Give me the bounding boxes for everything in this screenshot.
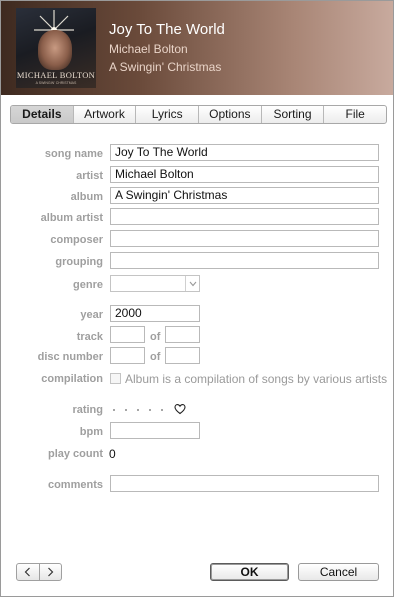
next-song-button[interactable] — [38, 564, 62, 580]
tab-details[interactable]: Details — [11, 106, 73, 123]
rating-star-5[interactable] — [161, 409, 163, 411]
compilation-checkbox[interactable] — [110, 373, 121, 384]
tab-options[interactable]: Options — [198, 106, 261, 123]
header-artist: Michael Bolton — [109, 42, 188, 56]
tab-artwork[interactable]: Artwork — [72, 106, 136, 123]
disc-total-field[interactable] — [165, 347, 200, 364]
previous-song-button[interactable] — [17, 564, 39, 580]
comments-field[interactable] — [110, 475, 379, 492]
bpm-field[interactable] — [110, 422, 200, 439]
album-field[interactable]: A Swingin' Christmas — [110, 187, 379, 204]
track-total-field[interactable] — [165, 326, 200, 343]
tab-bar: Details Artwork Lyrics Options Sorting F… — [10, 105, 387, 124]
album-artist-field[interactable] — [110, 208, 379, 225]
year-field[interactable]: 2000 — [110, 305, 200, 322]
bpm-label: bpm — [79, 426, 103, 438]
rating-star-1[interactable] — [113, 409, 115, 411]
prev-next-buttons — [16, 563, 62, 581]
chevron-left-icon — [24, 567, 31, 577]
track-number-field[interactable] — [110, 326, 145, 343]
song-info-dialog: MICHAEL BOLTON A SWINGIN' CHRISTMAS Joy … — [0, 0, 394, 597]
composer-label: composer — [50, 234, 103, 246]
artwork-artist-text: MICHAEL BOLTON — [16, 70, 96, 80]
track-of-label: of — [150, 331, 161, 343]
rating-star-3[interactable] — [137, 409, 139, 411]
rating-star-2[interactable] — [125, 409, 127, 411]
song-name-field[interactable]: Joy To The World — [110, 144, 379, 161]
compilation-label: compilation — [41, 373, 103, 385]
album-label: album — [70, 191, 103, 203]
genre-label: genre — [73, 279, 103, 291]
artist-label: artist — [76, 170, 103, 182]
grouping-field[interactable] — [110, 252, 379, 269]
comments-label: comments — [47, 479, 103, 491]
rating-star-4[interactable] — [149, 409, 151, 411]
ok-button[interactable]: OK — [210, 563, 289, 581]
header-album: A Swingin' Christmas — [109, 60, 222, 74]
artist-field[interactable]: Michael Bolton — [110, 166, 379, 183]
grouping-label: grouping — [55, 256, 103, 268]
rating-label: rating — [72, 404, 103, 416]
song-header: MICHAEL BOLTON A SWINGIN' CHRISTMAS Joy … — [1, 1, 393, 95]
disc-of-label: of — [150, 351, 161, 363]
composer-field[interactable] — [110, 230, 379, 247]
play-count-label: play count — [47, 448, 103, 460]
tab-file[interactable]: File — [323, 106, 386, 123]
disc-number-field[interactable] — [110, 347, 145, 364]
genre-dropdown[interactable] — [110, 275, 200, 292]
artwork-portrait — [38, 30, 72, 70]
heart-icon[interactable] — [174, 403, 186, 415]
header-song-title: Joy To The World — [109, 21, 225, 38]
year-label: year — [80, 309, 103, 321]
play-count-value: 0 — [109, 447, 116, 461]
cancel-button[interactable]: Cancel — [298, 563, 379, 581]
chevron-down-icon[interactable] — [185, 276, 199, 291]
album-artwork: MICHAEL BOLTON A SWINGIN' CHRISTMAS — [16, 8, 96, 88]
disc-number-label: disc number — [37, 351, 103, 363]
album-artist-label: album artist — [40, 212, 103, 224]
track-label: track — [76, 331, 103, 343]
tab-lyrics[interactable]: Lyrics — [135, 106, 198, 123]
chevron-right-icon — [47, 567, 54, 577]
song-name-label: song name — [44, 148, 103, 160]
artwork-album-text: A SWINGIN' CHRISTMAS — [35, 81, 77, 85]
compilation-checkbox-text: Album is a compilation of songs by vario… — [125, 372, 388, 386]
tab-sorting[interactable]: Sorting — [260, 106, 324, 123]
